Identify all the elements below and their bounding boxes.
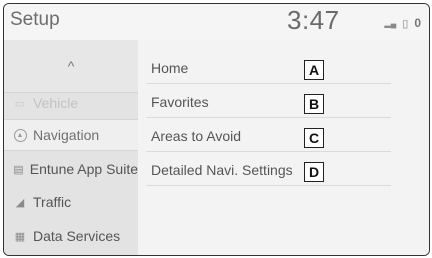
scroll-up-button[interactable]: ^ xyxy=(4,40,138,93)
data-services-icon: ▦ xyxy=(14,230,26,243)
menu-item-label: Home xyxy=(151,59,189,76)
sidebar-item-label: Traffic xyxy=(33,194,72,210)
setup-screen: Setup 3:47 ▂▄ ▯ 0 ^ ▭ Vehicle ▲ Navigati… xyxy=(3,3,430,256)
car-icon: ▭ xyxy=(14,97,26,110)
header-bar: Setup 3:47 ▂▄ ▯ 0 xyxy=(4,4,429,40)
app-suite-icon: ▤ xyxy=(13,163,24,176)
status-count: 0 xyxy=(414,16,421,30)
phone-battery-icon: ▯ xyxy=(402,17,409,30)
menu-item-favorites[interactable]: Favorites xyxy=(146,86,391,118)
sidebar-item-label: Vehicle xyxy=(33,95,79,111)
chevron-up-icon: ^ xyxy=(67,58,75,74)
menu-item-label: Favorites xyxy=(151,93,209,110)
signal-bars-icon: ▂▄ xyxy=(384,18,397,28)
sidebar-item-label: Data Services xyxy=(33,228,121,244)
sidebar-item-label: Entune App Suite xyxy=(29,161,138,177)
sidebar-item-data-services[interactable]: ▦ Data Services xyxy=(4,220,138,252)
callout-label-a: A xyxy=(304,60,324,80)
clock: 3:47 xyxy=(287,5,340,35)
sidebar-item-traffic[interactable]: ◢ Traffic xyxy=(4,186,138,218)
menu-item-home[interactable]: Home xyxy=(146,52,391,84)
menu-item-detailed-navi-settings[interactable]: Detailed Navi. Settings xyxy=(146,154,391,186)
sidebar-item-navigation[interactable]: ▲ Navigation xyxy=(4,119,138,151)
sidebar-item-entune-app-suite[interactable]: ▤ Entune App Suite xyxy=(4,153,138,185)
sidebar-item-vehicle[interactable]: ▭ Vehicle xyxy=(4,87,138,119)
page-title: Setup xyxy=(10,9,60,30)
menu-item-label: Detailed Navi. Settings xyxy=(151,161,293,178)
menu-item-areas-to-avoid[interactable]: Areas to Avoid xyxy=(146,120,391,152)
status-indicators: ▂▄ ▯ 0 xyxy=(384,16,421,30)
callout-label-b: B xyxy=(304,94,324,114)
navigation-icon: ▲ xyxy=(12,128,28,142)
callout-label-d: D xyxy=(304,162,324,182)
callout-label-c: C xyxy=(304,128,324,148)
settings-menu: Home Favorites Areas to Avoid Detailed N… xyxy=(138,40,429,255)
traffic-icon: ◢ xyxy=(15,196,25,209)
menu-item-label: Areas to Avoid xyxy=(151,127,242,144)
sidebar-item-label: Navigation xyxy=(33,127,100,143)
sidebar: ^ ▭ Vehicle ▲ Navigation ▤ Entune App Su… xyxy=(4,40,138,255)
